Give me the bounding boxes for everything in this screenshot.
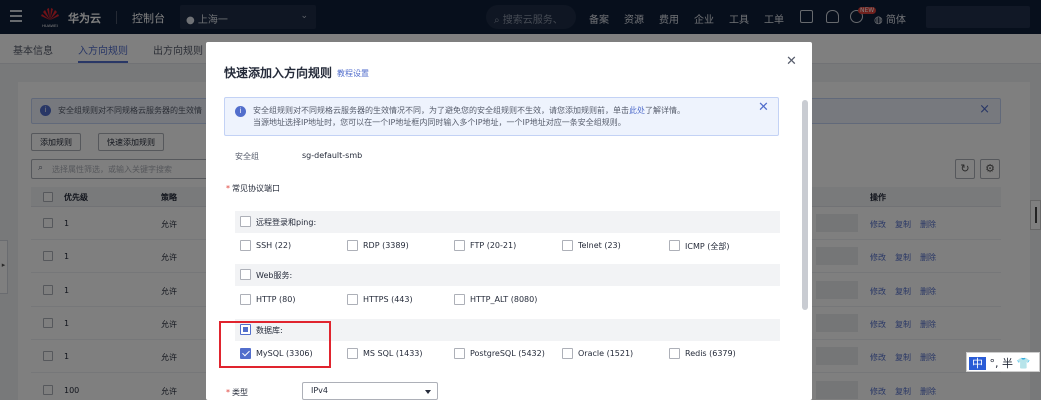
- ssh-label: SSH (22): [256, 241, 292, 250]
- mssql-checkbox[interactable]: [347, 348, 358, 359]
- group-web-label: Web服务:: [256, 271, 293, 280]
- redis-label: Redis (6379): [685, 349, 736, 358]
- postgresql-label: PostgreSQL (5432): [470, 349, 545, 358]
- group-remote-login: [235, 211, 780, 233]
- info-icon: i: [235, 106, 246, 117]
- ime-mode[interactable]: 中: [969, 357, 986, 370]
- common-ports-label: * 常见协议端口: [226, 183, 280, 194]
- alert-text-line2: 当源地址选择IP地址时，您可以在一个IP地址框内同时输入多个IP地址，一个IP地…: [253, 118, 626, 127]
- common-ports-label-text: 常见协议端口: [232, 184, 280, 193]
- caret-down-icon: [425, 390, 431, 394]
- close-icon[interactable]: ✕: [786, 54, 797, 69]
- ime-skin-icon[interactable]: 👕: [1017, 357, 1031, 370]
- ime-punctuation[interactable]: °,: [990, 357, 999, 370]
- security-group-label: 安全组: [235, 152, 259, 161]
- type-label-text: 类型: [232, 388, 248, 397]
- quick-add-inbound-rule-dialog: 快速添加入方向规则 教程设置 ✕ i 安全组规则对不同规格云服务器的生效情况不同…: [206, 42, 812, 400]
- ftp-checkbox[interactable]: [454, 240, 465, 251]
- icmp-label: ICMP (全部): [685, 242, 730, 251]
- rdp-checkbox[interactable]: [347, 240, 358, 251]
- group-web-services: [235, 264, 780, 286]
- close-icon[interactable]: ✕: [758, 101, 769, 114]
- oracle-label: Oracle (1521): [578, 349, 634, 358]
- http-alt-checkbox[interactable]: [454, 294, 465, 305]
- oracle-checkbox[interactable]: [562, 348, 573, 359]
- ftp-label: FTP (20-21): [470, 241, 517, 250]
- dialog-info-alert: i 安全组规则对不同规格云服务器的生效情况不同，为了避免您的安全组规则不生效，请…: [224, 97, 779, 136]
- redis-checkbox[interactable]: [669, 348, 680, 359]
- ssh-checkbox[interactable]: [240, 240, 251, 251]
- alert-text-line1-end: 了解详情。: [645, 106, 685, 115]
- mssql-label: MS SQL (1433): [363, 349, 423, 358]
- group-web-checkbox[interactable]: [240, 269, 251, 280]
- tutorial-link[interactable]: 教程设置: [337, 68, 369, 79]
- ime-width[interactable]: 半: [1002, 357, 1013, 370]
- telnet-label: Telnet (23): [578, 241, 621, 250]
- ip-type-select[interactable]: IPv4: [302, 382, 438, 400]
- dialog-scrollbar[interactable]: [802, 100, 808, 310]
- https-checkbox[interactable]: [347, 294, 358, 305]
- http-label: HTTP (80): [256, 295, 296, 304]
- rdp-label: RDP (3389): [363, 241, 409, 250]
- ip-type-value: IPv4: [311, 386, 329, 395]
- telnet-checkbox[interactable]: [562, 240, 573, 251]
- postgresql-checkbox[interactable]: [454, 348, 465, 359]
- required-mark: *: [226, 184, 230, 193]
- dialog-title: 快速添加入方向规则: [224, 66, 333, 80]
- group-remote-login-checkbox[interactable]: [240, 216, 251, 227]
- ime-toolbar[interactable]: 中 °, 半 👕: [966, 352, 1040, 372]
- http-checkbox[interactable]: [240, 294, 251, 305]
- http-alt-label: HTTP_ALT (8080): [470, 295, 538, 304]
- icmp-checkbox[interactable]: [669, 240, 680, 251]
- security-group-value: sg-default-smb: [302, 151, 363, 160]
- group-remote-login-label: 远程登录和ping:: [256, 218, 317, 227]
- type-label: * 类型: [226, 387, 248, 398]
- details-link[interactable]: 此处: [629, 106, 645, 115]
- https-label: HTTPS (443): [363, 295, 413, 304]
- alert-text-line1: 安全组规则对不同规格云服务器的生效情况不同，为了避免您的安全组规则不生效，请您添…: [253, 106, 629, 115]
- required-mark: *: [226, 388, 230, 397]
- database-highlight-box: [219, 321, 331, 368]
